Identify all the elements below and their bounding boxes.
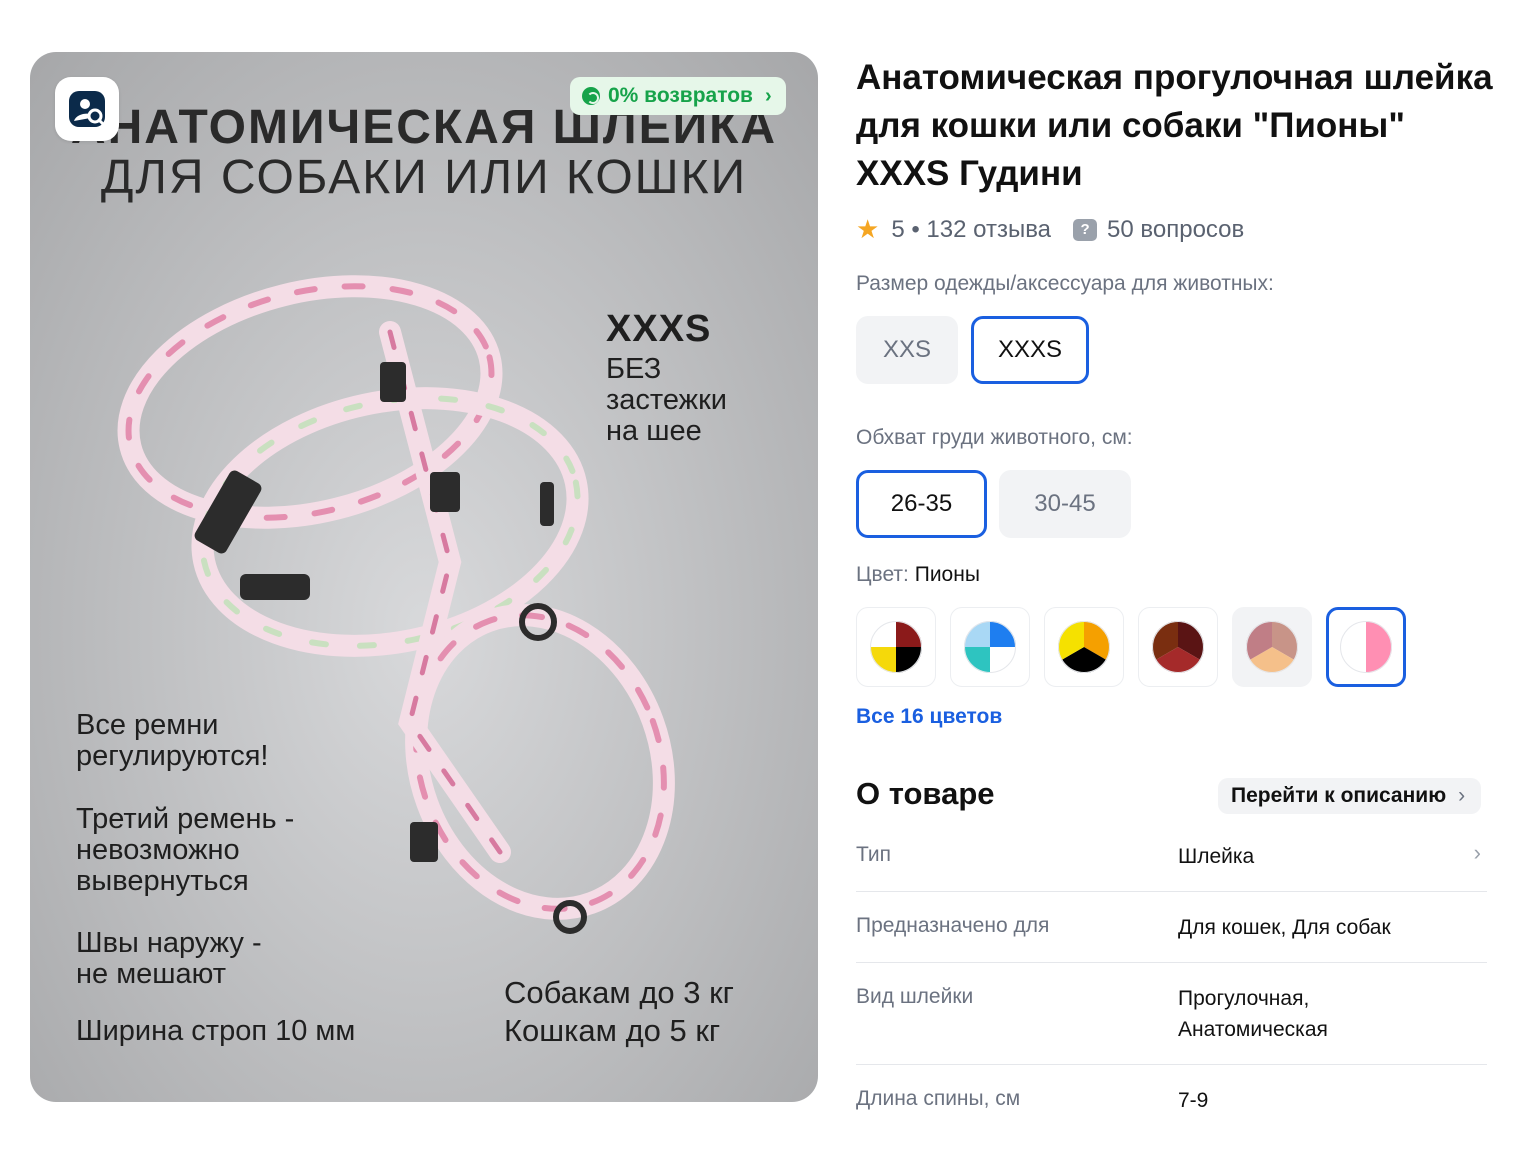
chest-option-30-45[interactable]: 30-45 bbox=[999, 470, 1131, 538]
spec-row-purpose: Предназначено для Для кошек, Для собак bbox=[856, 892, 1487, 963]
color-swatch-segment bbox=[1340, 621, 1366, 673]
spec-value: Для кошек, Для собак bbox=[1178, 916, 1391, 939]
size-label: Размер одежды/аксессуара для животных: bbox=[856, 272, 1274, 295]
spec-key: Тип bbox=[856, 843, 892, 866]
harness-illustration bbox=[117, 275, 675, 934]
image-search-icon bbox=[69, 91, 106, 127]
spec-row-back-length: Длина спины, см 7-9 bbox=[856, 1065, 1487, 1135]
photo-feature-4: Ширина строп 10 мм bbox=[76, 1015, 356, 1047]
color-swatch[interactable] bbox=[1044, 607, 1124, 687]
spec-value: 7-9 bbox=[1178, 1089, 1209, 1112]
color-swatch-circle bbox=[1340, 621, 1392, 673]
spec-key: Предназначено для bbox=[856, 914, 1050, 937]
about-heading: О товаре bbox=[856, 776, 995, 811]
chest-label: Обхват груди животного, см: bbox=[856, 426, 1133, 449]
spec-row-type[interactable]: Тип Шлейка › bbox=[856, 838, 1487, 892]
reviews-link[interactable]: 132 отзыва bbox=[926, 216, 1051, 244]
photo-headline-2: ДЛЯ СОБАКИ ИЛИ КОШКИ bbox=[100, 151, 748, 204]
size-option-xxs[interactable]: XXS bbox=[856, 316, 958, 384]
spec-value: Прогулочная, Анатомическая bbox=[1178, 987, 1328, 1041]
spec-key: Вид шлейки bbox=[856, 985, 974, 1008]
question-icon: ? bbox=[1073, 218, 1098, 241]
color-swatch[interactable] bbox=[856, 607, 936, 687]
color-label: Цвет: bbox=[856, 563, 909, 586]
size-option-xxxs[interactable]: XXXS bbox=[971, 316, 1089, 384]
color-swatch-circle bbox=[1058, 621, 1110, 673]
product-title: Анатомическая прогулочная шлейка для кош… bbox=[856, 58, 1493, 193]
returns-icon bbox=[582, 87, 600, 105]
spec-key: Длина спины, см bbox=[856, 1087, 1021, 1110]
returns-badge[interactable]: 0% возвратов › bbox=[570, 77, 786, 115]
color-swatch-circle bbox=[1152, 621, 1204, 673]
questions-link[interactable]: 50 вопросов bbox=[1107, 216, 1244, 244]
color-swatch[interactable] bbox=[1138, 607, 1218, 687]
color-label-row: Цвет: Пионы bbox=[856, 563, 980, 587]
rating-separator: • bbox=[904, 215, 927, 243]
rating-value: 5 bbox=[891, 215, 905, 243]
photo-weight-limits: Собакам до 3 кг Кошкам до 5 кг bbox=[504, 975, 734, 1048]
color-swatch-circle bbox=[870, 621, 922, 673]
returns-badge-label: 0% возвратов bbox=[608, 84, 753, 107]
color-swatch-circle bbox=[1246, 621, 1298, 673]
color-swatch[interactable] bbox=[1232, 607, 1312, 687]
goto-description-button[interactable]: Перейти к описанию › bbox=[1218, 778, 1482, 814]
rating-row: ★ 5 • 132 отзыва ? 50 вопросов bbox=[856, 214, 1244, 245]
chest-option-26-35[interactable]: 26-35 bbox=[856, 470, 987, 538]
color-value: Пионы bbox=[914, 563, 980, 586]
star-icon: ★ bbox=[856, 214, 880, 244]
color-swatch-circle bbox=[964, 621, 1016, 673]
color-swatch[interactable] bbox=[1326, 607, 1406, 687]
product-photo[interactable]: АНАТОМИЧЕСКАЯ ШЛЕЙКА ДЛЯ СОБАКИ ИЛИ КОШК… bbox=[30, 52, 818, 1102]
all-colors-link[interactable]: Все 16 цветов bbox=[856, 705, 1002, 729]
chevron-right-icon: › bbox=[764, 84, 772, 107]
spec-row-harness-kind: Вид шлейки Прогулочная, Анатомическая bbox=[856, 963, 1487, 1065]
spec-value: Шлейка bbox=[1178, 845, 1255, 868]
chevron-right-icon: › bbox=[1458, 784, 1466, 807]
chevron-right-icon: › bbox=[1473, 840, 1481, 865]
color-swatch-segment bbox=[1366, 621, 1392, 673]
goto-description-label: Перейти к описанию bbox=[1231, 784, 1447, 807]
image-search-button[interactable] bbox=[55, 77, 119, 141]
color-swatch[interactable] bbox=[950, 607, 1030, 687]
